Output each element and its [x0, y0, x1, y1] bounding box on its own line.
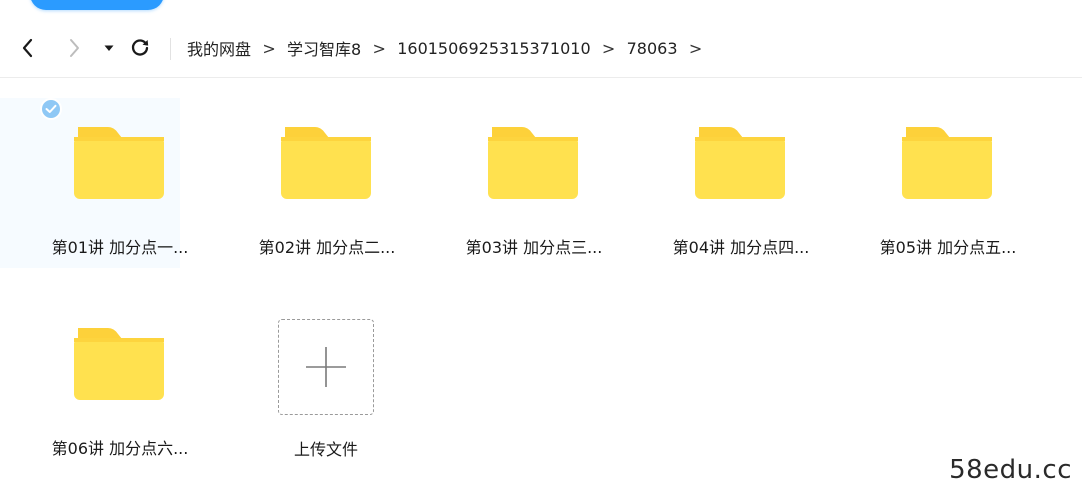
folder-icon [695, 127, 785, 199]
plus-icon [306, 347, 346, 387]
watermark-text: 58edu.cc [949, 455, 1072, 485]
breadcrumb-separator: > [601, 38, 616, 58]
folder-name: 第03讲 加分点三... [465, 238, 603, 257]
upload-file-button[interactable] [278, 319, 374, 415]
breadcrumb-item-root[interactable]: 我的网盘 [187, 36, 251, 60]
breadcrumb: 我的网盘 > 学习智库8 > 1601506925315371010 > 780… [187, 35, 714, 61]
folder-name: 第06讲 加分点六... [51, 439, 189, 458]
breadcrumb-item-id-folder[interactable]: 1601506925315371010 [397, 39, 590, 58]
history-dropdown-button[interactable] [95, 36, 123, 60]
folder-name: 第02讲 加分点二... [258, 238, 396, 257]
folder-tile[interactable]: 第03讲 加分点三... [414, 98, 602, 268]
upload-primary-button[interactable] [30, 0, 164, 10]
chevron-left-icon [22, 38, 33, 58]
refresh-icon [131, 39, 149, 56]
folder-tile[interactable]: 第04讲 加分点四... [621, 98, 809, 268]
forward-button[interactable] [60, 36, 88, 60]
upload-file-label: 上传文件 [293, 440, 358, 459]
folder-icon [74, 328, 164, 400]
folder-tile[interactable]: 第05讲 加分点五... [828, 98, 1016, 268]
selected-check-icon[interactable] [40, 98, 62, 120]
breadcrumb-separator: > [372, 38, 386, 58]
refresh-button[interactable] [126, 36, 154, 60]
breadcrumb-separator: > [262, 38, 276, 58]
back-button[interactable] [14, 36, 42, 60]
folder-name: 第05讲 加分点五... [879, 238, 1017, 257]
nav-divider [170, 38, 171, 60]
navigation-bar: 我的网盘 > 学习智库8 > 1601506925315371010 > 780… [0, 30, 1082, 78]
file-browser: 我的网盘 > 学习智库8 > 1601506925315371010 > 780… [0, 0, 1082, 491]
folder-name: 第04讲 加分点四... [672, 238, 810, 257]
folder-tile[interactable]: 第06讲 加分点六... [0, 299, 188, 469]
folder-icon [281, 127, 371, 199]
breadcrumb-item-library[interactable]: 学习智库8 [287, 36, 361, 60]
folder-tile[interactable]: 第02讲 加分点二... [207, 98, 395, 268]
breadcrumb-item-current[interactable]: 78063 [627, 39, 678, 58]
folder-name: 第01讲 加分点一... [51, 238, 189, 257]
folder-tile[interactable]: 第01讲 加分点一... [0, 98, 188, 268]
folder-icon [488, 127, 578, 199]
breadcrumb-separator: > [688, 38, 703, 58]
folder-icon [74, 127, 164, 199]
caret-down-icon [104, 45, 114, 51]
chevron-right-icon [70, 39, 79, 57]
folder-icon [902, 127, 992, 199]
